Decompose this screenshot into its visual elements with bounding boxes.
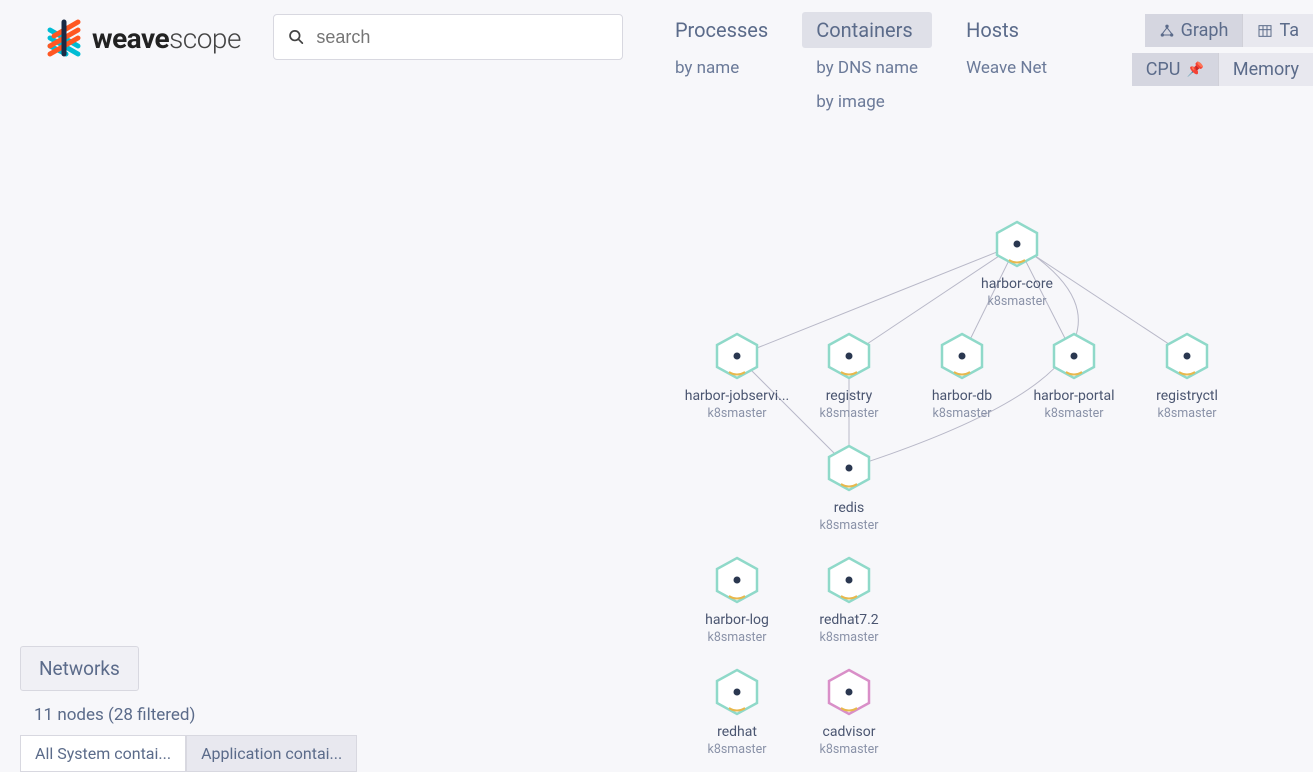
node-redis[interactable]: redis k8smaster xyxy=(789,444,909,533)
brand-logo: weavescope xyxy=(44,18,241,58)
nav-hosts[interactable]: Hosts xyxy=(952,12,1061,48)
hexagon-icon xyxy=(713,556,761,604)
node-label: registry xyxy=(789,388,909,404)
metric-cpu-button[interactable]: CPU 📌 xyxy=(1132,53,1219,86)
view-controls: Graph Ta CPU 📌 Memory xyxy=(1132,14,1313,86)
metric-memory-button[interactable]: Memory xyxy=(1219,53,1313,86)
node-host-label: k8smaster xyxy=(677,742,797,757)
hexagon-icon xyxy=(825,332,873,380)
view-graph-label: Graph xyxy=(1181,20,1229,41)
node-redhat7.2[interactable]: redhat7.2 k8smaster xyxy=(789,556,909,645)
brand-bold: weave xyxy=(92,22,169,55)
node-label: cadvisor xyxy=(789,724,909,740)
filter-tab-all[interactable]: All System contai... xyxy=(20,735,186,772)
node-label: redhat7.2 xyxy=(789,612,909,628)
hexagon-icon xyxy=(825,668,873,716)
node-label: registryctl xyxy=(1127,388,1247,404)
search-box[interactable] xyxy=(273,14,623,60)
node-host-label: k8smaster xyxy=(957,294,1077,309)
node-label: harbor-core xyxy=(957,276,1077,292)
hexagon-icon xyxy=(713,668,761,716)
node-host-label: k8smaster xyxy=(789,630,909,645)
main-nav: Processes by name Containers by DNS name… xyxy=(661,12,1061,116)
node-host-label: k8smaster xyxy=(1014,406,1134,421)
node-harbor-portal[interactable]: harbor-portal k8smaster xyxy=(1014,332,1134,421)
node-label: harbor-portal xyxy=(1014,388,1134,404)
node-count-label: 11 nodes (28 filtered) xyxy=(34,705,357,725)
hexagon-icon xyxy=(938,332,986,380)
hexagon-icon xyxy=(825,556,873,604)
brand-thin: scope xyxy=(169,22,241,55)
hexagon-icon xyxy=(993,220,1041,268)
node-harbor-jobservi[interactable]: harbor-jobservi... k8smaster xyxy=(677,332,797,421)
nav-processes[interactable]: Processes xyxy=(661,12,782,48)
node-redhat[interactable]: redhat k8smaster xyxy=(677,668,797,757)
node-host-label: k8smaster xyxy=(902,406,1022,421)
node-label: harbor-db xyxy=(902,388,1022,404)
graph-icon xyxy=(1159,23,1175,39)
search-icon xyxy=(288,28,304,46)
node-label: harbor-log xyxy=(677,612,797,628)
nav-processes-by-name[interactable]: by name xyxy=(661,54,782,82)
node-host-label: k8smaster xyxy=(1127,406,1247,421)
pin-icon: 📌 xyxy=(1186,62,1203,78)
nav-containers-by-image[interactable]: by image xyxy=(802,88,932,116)
view-table-button[interactable]: Ta xyxy=(1243,14,1313,47)
node-host-label: k8smaster xyxy=(789,406,909,421)
node-label: redhat xyxy=(677,724,797,740)
node-registryctl[interactable]: registryctl k8smaster xyxy=(1127,332,1247,421)
search-input[interactable] xyxy=(316,27,608,48)
hexagon-icon xyxy=(1050,332,1098,380)
nav-containers-by-dns[interactable]: by DNS name xyxy=(802,54,932,82)
node-host-label: k8smaster xyxy=(677,630,797,645)
weave-logo-icon xyxy=(44,18,84,58)
networks-button[interactable]: Networks xyxy=(20,646,139,691)
node-harbor-db[interactable]: harbor-db k8smaster xyxy=(902,332,1022,421)
node-host-label: k8smaster xyxy=(677,406,797,421)
hexagon-icon xyxy=(1163,332,1211,380)
metric-memory-label: Memory xyxy=(1233,59,1299,80)
node-label: redis xyxy=(789,500,909,516)
hexagon-icon xyxy=(825,444,873,492)
node-harbor-log[interactable]: harbor-log k8smaster xyxy=(677,556,797,645)
nav-weave-net[interactable]: Weave Net xyxy=(952,54,1061,82)
node-host-label: k8smaster xyxy=(789,742,909,757)
view-graph-button[interactable]: Graph xyxy=(1145,14,1244,47)
node-host-label: k8smaster xyxy=(789,518,909,533)
view-table-label: Ta xyxy=(1279,20,1299,41)
node-harbor-core[interactable]: harbor-core k8smaster xyxy=(957,220,1077,309)
metric-cpu-label: CPU xyxy=(1146,59,1181,80)
nav-containers[interactable]: Containers xyxy=(802,12,932,48)
filter-tab-application[interactable]: Application contai... xyxy=(186,735,357,772)
node-cadvisor[interactable]: cadvisor k8smaster xyxy=(789,668,909,757)
node-registry[interactable]: registry k8smaster xyxy=(789,332,909,421)
table-icon xyxy=(1257,23,1273,39)
hexagon-icon xyxy=(713,332,761,380)
node-label: harbor-jobservi... xyxy=(677,388,797,404)
